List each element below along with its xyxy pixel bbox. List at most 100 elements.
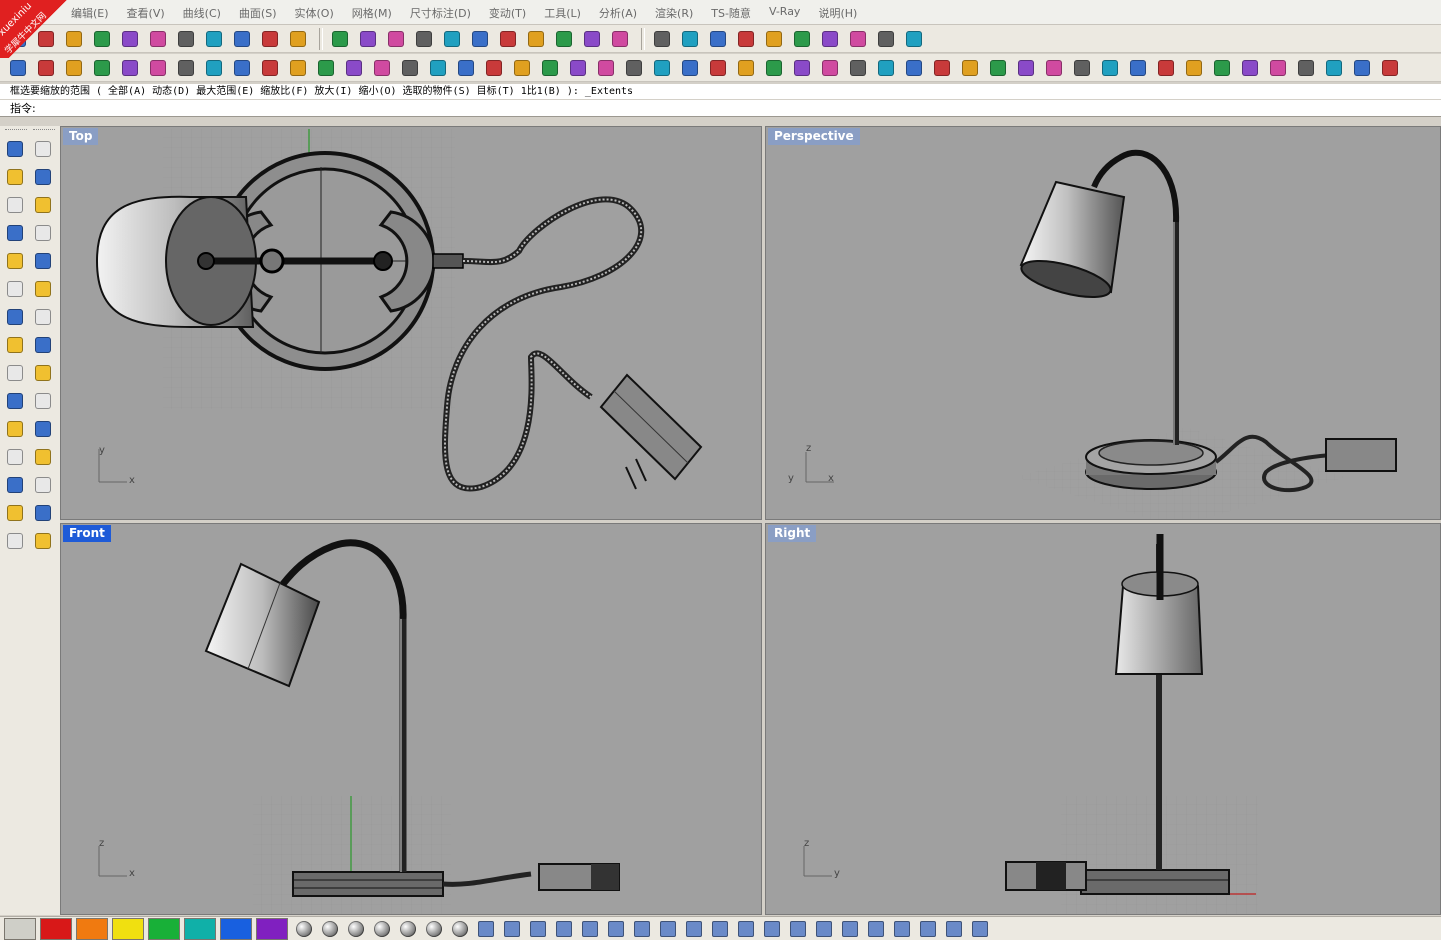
viewport-title-perspective[interactable]: Perspective [768, 128, 860, 145]
paste-icon[interactable] [202, 28, 226, 50]
cplane-icon[interactable] [552, 28, 576, 50]
viewport-top[interactable]: Top y x [60, 126, 762, 520]
array-grid-icon[interactable] [482, 57, 506, 79]
rectangle-icon[interactable] [32, 222, 54, 244]
pentagon-icon[interactable] [258, 57, 282, 79]
array-icon[interactable] [4, 502, 26, 524]
scroll-icon[interactable] [986, 57, 1010, 79]
polygon-icon[interactable] [4, 222, 26, 244]
portrait3-icon[interactable] [1322, 57, 1346, 79]
diamond-icon[interactable] [630, 919, 654, 939]
blend-icon[interactable] [890, 919, 914, 939]
dimension-icon[interactable] [874, 28, 898, 50]
four-view-icon[interactable] [468, 28, 492, 50]
material-swatch[interactable] [220, 917, 252, 940]
menu-item[interactable]: 实体(O) [286, 5, 343, 21]
target-icon[interactable] [902, 57, 926, 79]
twist-icon[interactable] [678, 57, 702, 79]
menu-item[interactable]: 尺寸标注(D) [401, 5, 480, 21]
box-icon[interactable] [4, 306, 26, 328]
array-icon[interactable] [454, 57, 478, 79]
ungroup-icon[interactable] [32, 418, 54, 440]
menu-item[interactable]: 曲面(S) [230, 5, 286, 21]
spread-icon[interactable] [930, 57, 954, 79]
hammer-icon[interactable] [916, 919, 940, 939]
cup-icon[interactable] [790, 57, 814, 79]
black-sphere-icon[interactable] [396, 919, 420, 939]
zoom-window-icon[interactable] [412, 28, 436, 50]
viewport-front[interactable]: Front z x [60, 523, 762, 915]
branch-icon[interactable] [682, 919, 706, 939]
grid-points-icon[interactable] [202, 57, 226, 79]
lock-icon[interactable] [650, 28, 674, 50]
plane-icon[interactable] [706, 57, 730, 79]
axes-icon[interactable] [146, 57, 170, 79]
polygon-icon[interactable] [230, 57, 254, 79]
car-icon[interactable] [496, 28, 520, 50]
undo-icon[interactable] [230, 28, 254, 50]
pen-icon[interactable] [118, 57, 142, 79]
ellipse-icon[interactable] [32, 194, 54, 216]
clock-icon[interactable] [1210, 57, 1234, 79]
snap-icon[interactable] [580, 28, 604, 50]
dots-icon[interactable] [656, 919, 680, 939]
viewport-perspective[interactable]: Perspective z y x [765, 126, 1441, 520]
star-icon[interactable] [874, 57, 898, 79]
material-swatch[interactable] [184, 917, 216, 940]
bend-icon[interactable] [552, 919, 576, 939]
menu-item[interactable]: 变动(T) [480, 5, 535, 21]
gold-sphere-icon[interactable] [370, 919, 394, 939]
puzzle-icon[interactable] [1014, 57, 1038, 79]
viewport-title-front[interactable]: Front [63, 525, 111, 542]
circle-icon[interactable] [4, 194, 26, 216]
scale-icon[interactable] [474, 919, 498, 939]
magenta-grid-icon[interactable] [594, 57, 618, 79]
fillet-curve-icon[interactable] [32, 250, 54, 272]
sun-icon[interactable] [1154, 57, 1178, 79]
box-split-icon[interactable] [426, 57, 450, 79]
extrude-icon[interactable] [342, 57, 366, 79]
gear-icon[interactable] [812, 919, 836, 939]
render-sphere-icon[interactable] [790, 28, 814, 50]
split-icon[interactable] [4, 390, 26, 412]
blue-sphere-icon[interactable] [448, 919, 472, 939]
pan-icon[interactable] [258, 28, 282, 50]
box-edit-icon[interactable] [398, 57, 422, 79]
box-icon[interactable] [578, 919, 602, 939]
arc-icon[interactable] [4, 250, 26, 272]
morph-icon[interactable] [650, 57, 674, 79]
cross-icon[interactable] [818, 57, 842, 79]
move-icon[interactable] [4, 446, 26, 468]
menu-item[interactable]: 曲线(C) [174, 5, 230, 21]
menu-item[interactable]: 分析(A) [590, 5, 646, 21]
curve-icon[interactable] [32, 166, 54, 188]
select-icon[interactable] [4, 138, 26, 160]
trim-icon[interactable] [32, 362, 54, 384]
material-swatch[interactable] [112, 917, 144, 940]
grid-icon[interactable] [526, 919, 550, 939]
flow-icon[interactable] [942, 919, 966, 939]
render-shield-icon[interactable] [678, 28, 702, 50]
menu-item[interactable]: 网格(M) [343, 5, 401, 21]
text-icon[interactable] [4, 474, 26, 496]
plane-surface-icon[interactable] [4, 278, 26, 300]
box3-icon[interactable] [762, 57, 786, 79]
explode-icon[interactable] [4, 362, 26, 384]
pointer-flag-icon[interactable] [818, 28, 842, 50]
red-portrait-icon[interactable] [1266, 57, 1290, 79]
grid2-icon[interactable] [734, 919, 758, 939]
sphere-icon[interactable] [34, 57, 58, 79]
join-icon[interactable] [32, 390, 54, 412]
lattice-icon[interactable] [566, 57, 590, 79]
menu-item[interactable]: 说明(H) [809, 5, 866, 21]
align-icon[interactable] [32, 502, 54, 524]
surface-icon[interactable] [286, 57, 310, 79]
material-swatch[interactable] [4, 917, 36, 940]
group-icon[interactable] [4, 418, 26, 440]
menu-item[interactable]: V-Ray [760, 5, 810, 21]
help-icon[interactable] [902, 28, 926, 50]
circle-icon[interactable] [760, 919, 784, 939]
menu-item[interactable]: 编辑(E) [62, 5, 118, 21]
color-wheel-icon[interactable] [706, 28, 730, 50]
curve-icon[interactable] [90, 57, 114, 79]
